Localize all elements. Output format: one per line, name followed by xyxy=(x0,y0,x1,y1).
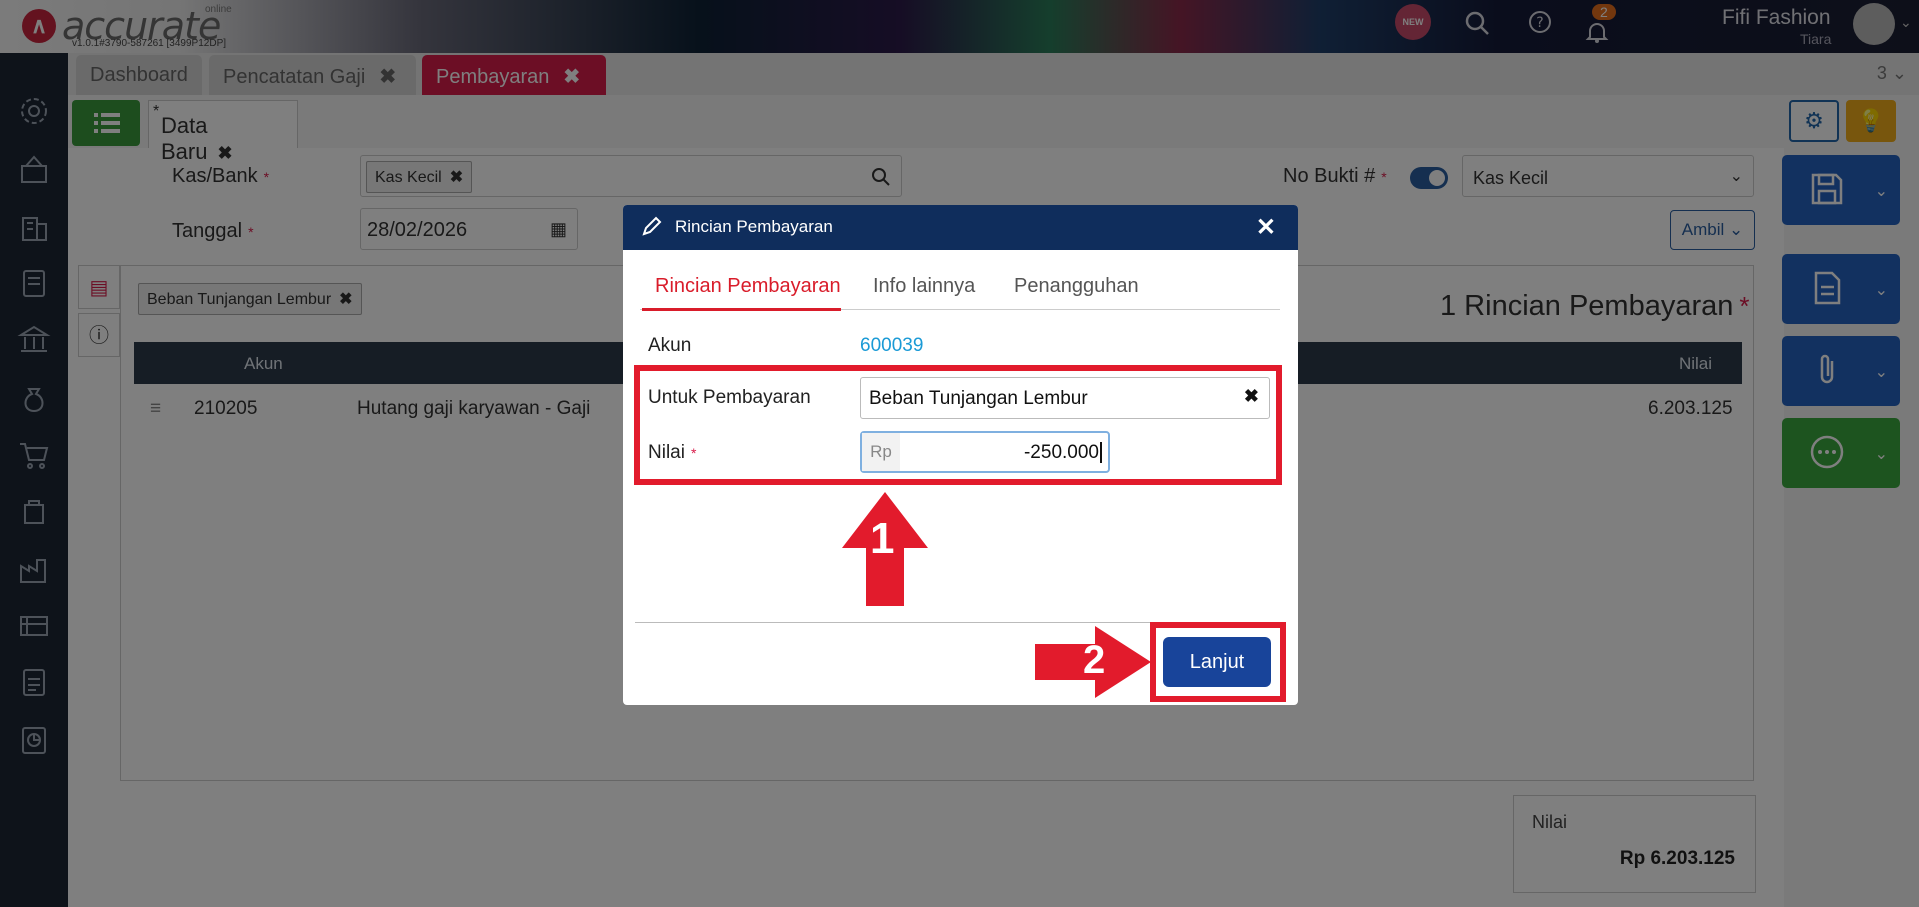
dialog-title: Rincian Pembayaran xyxy=(675,217,833,236)
tab-rincian-pembayaran[interactable]: Rincian Pembayaran xyxy=(655,275,841,298)
annotation-box-1 xyxy=(634,365,1282,485)
akun-link[interactable]: 600039 xyxy=(860,335,923,357)
step-1-label: 1 xyxy=(870,514,895,563)
annotation-box-2 xyxy=(1150,622,1286,702)
active-tab-indicator xyxy=(642,308,841,311)
close-icon[interactable]: ✕ xyxy=(1256,213,1276,242)
pencil-icon xyxy=(642,216,662,236)
tab-penangguhan[interactable]: Penangguhan xyxy=(1014,275,1139,298)
step-2-label: 2 xyxy=(1083,638,1106,682)
akun-label: Akun xyxy=(648,335,692,356)
dialog-header: Rincian Pembayaran ✕ xyxy=(623,205,1298,250)
tab-info-lainnya[interactable]: Info lainnya xyxy=(873,275,975,298)
